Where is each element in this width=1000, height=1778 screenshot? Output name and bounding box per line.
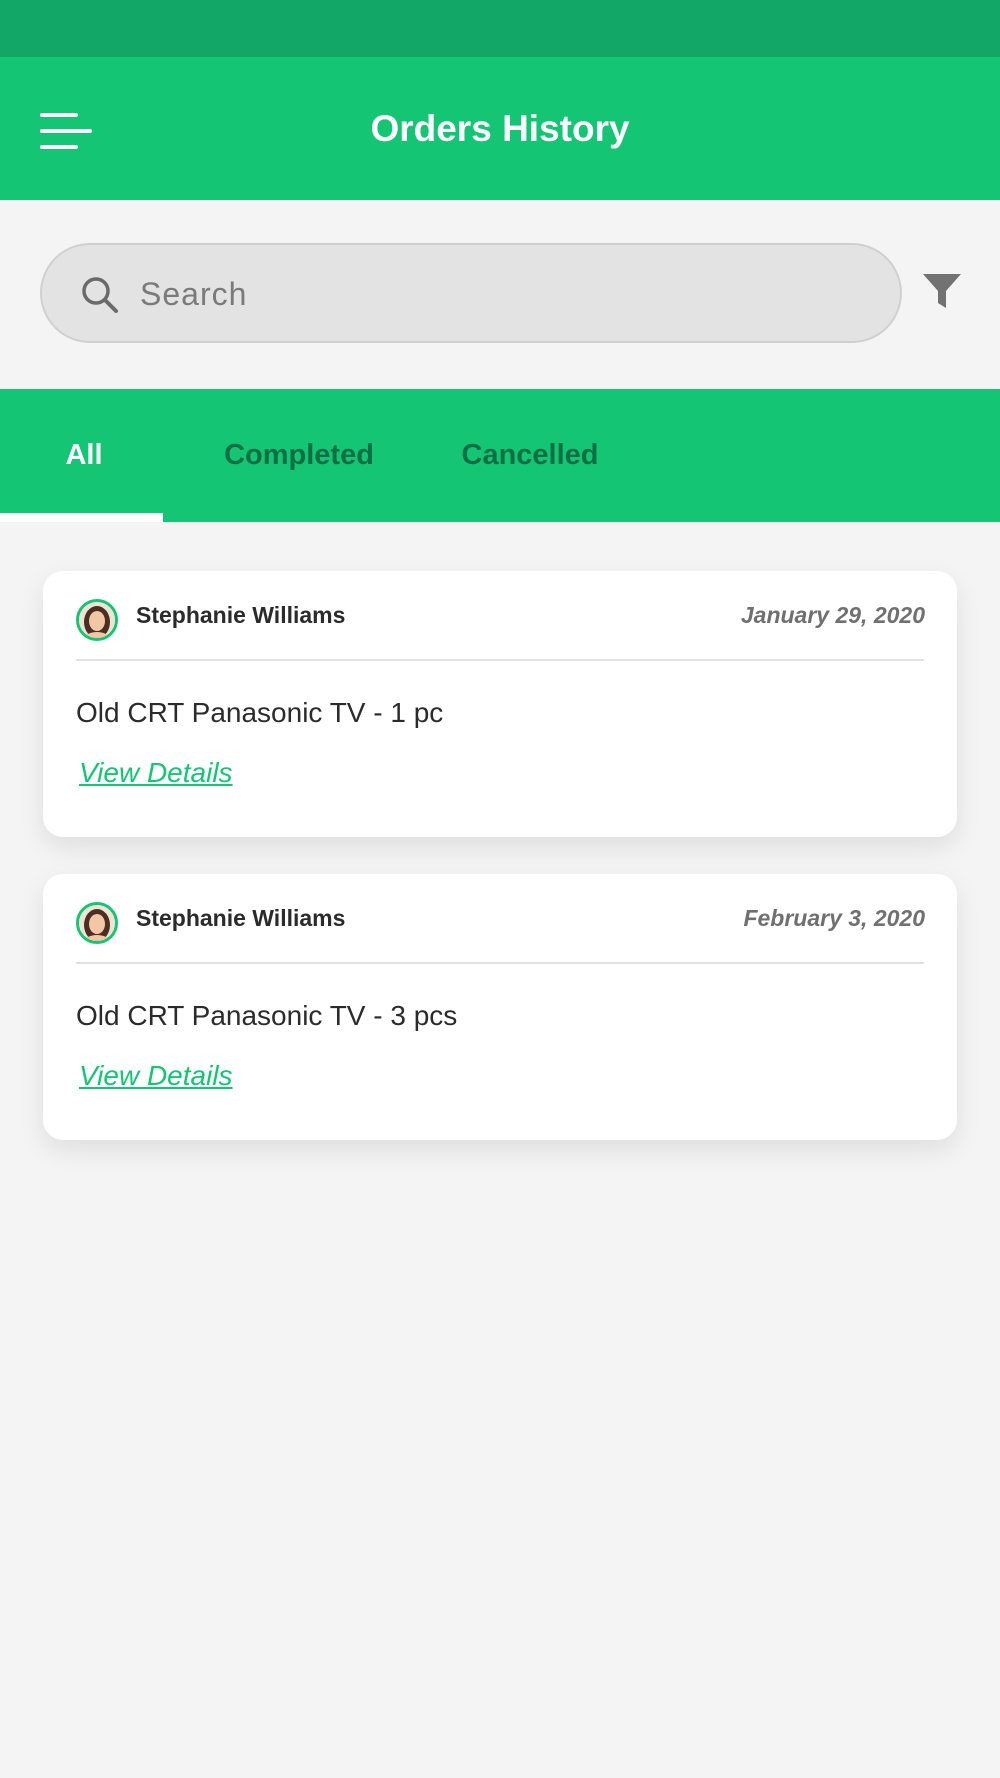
active-tab-indicator bbox=[0, 513, 163, 522]
order-card: Stephanie Williams February 3, 2020 Old … bbox=[43, 874, 957, 1140]
view-details-link[interactable]: View Details bbox=[79, 1060, 233, 1092]
filter-icon[interactable] bbox=[920, 270, 964, 314]
card-divider bbox=[76, 659, 924, 661]
order-item: Old CRT Panasonic TV - 3 pcs bbox=[76, 1000, 458, 1031]
customer-name: Stephanie Williams bbox=[136, 602, 346, 628]
card-divider bbox=[76, 962, 924, 964]
order-date: February 3, 2020 bbox=[743, 905, 925, 931]
search-input[interactable] bbox=[140, 265, 860, 323]
status-bar bbox=[0, 0, 1000, 58]
app-bar: Orders History bbox=[0, 57, 1000, 200]
search-row bbox=[0, 200, 1000, 389]
page-title: Orders History bbox=[370, 108, 630, 149]
search-icon bbox=[82, 277, 118, 313]
hamburger-menu-icon[interactable] bbox=[38, 111, 94, 151]
view-details-link[interactable]: View Details bbox=[79, 757, 233, 789]
tab-bar: All Completed Cancelled bbox=[0, 389, 1000, 522]
tab-all[interactable]: All bbox=[0, 389, 168, 522]
tab-completed[interactable]: Completed bbox=[207, 389, 391, 522]
avatar bbox=[76, 902, 118, 944]
search-box[interactable] bbox=[40, 243, 902, 343]
tab-cancelled[interactable]: Cancelled bbox=[441, 389, 619, 522]
order-item: Old CRT Panasonic TV - 1 pc bbox=[76, 697, 444, 728]
order-card: Stephanie Williams January 29, 2020 Old … bbox=[43, 571, 957, 837]
order-date: January 29, 2020 bbox=[740, 602, 925, 628]
avatar bbox=[76, 599, 118, 641]
customer-name: Stephanie Williams bbox=[136, 905, 346, 931]
